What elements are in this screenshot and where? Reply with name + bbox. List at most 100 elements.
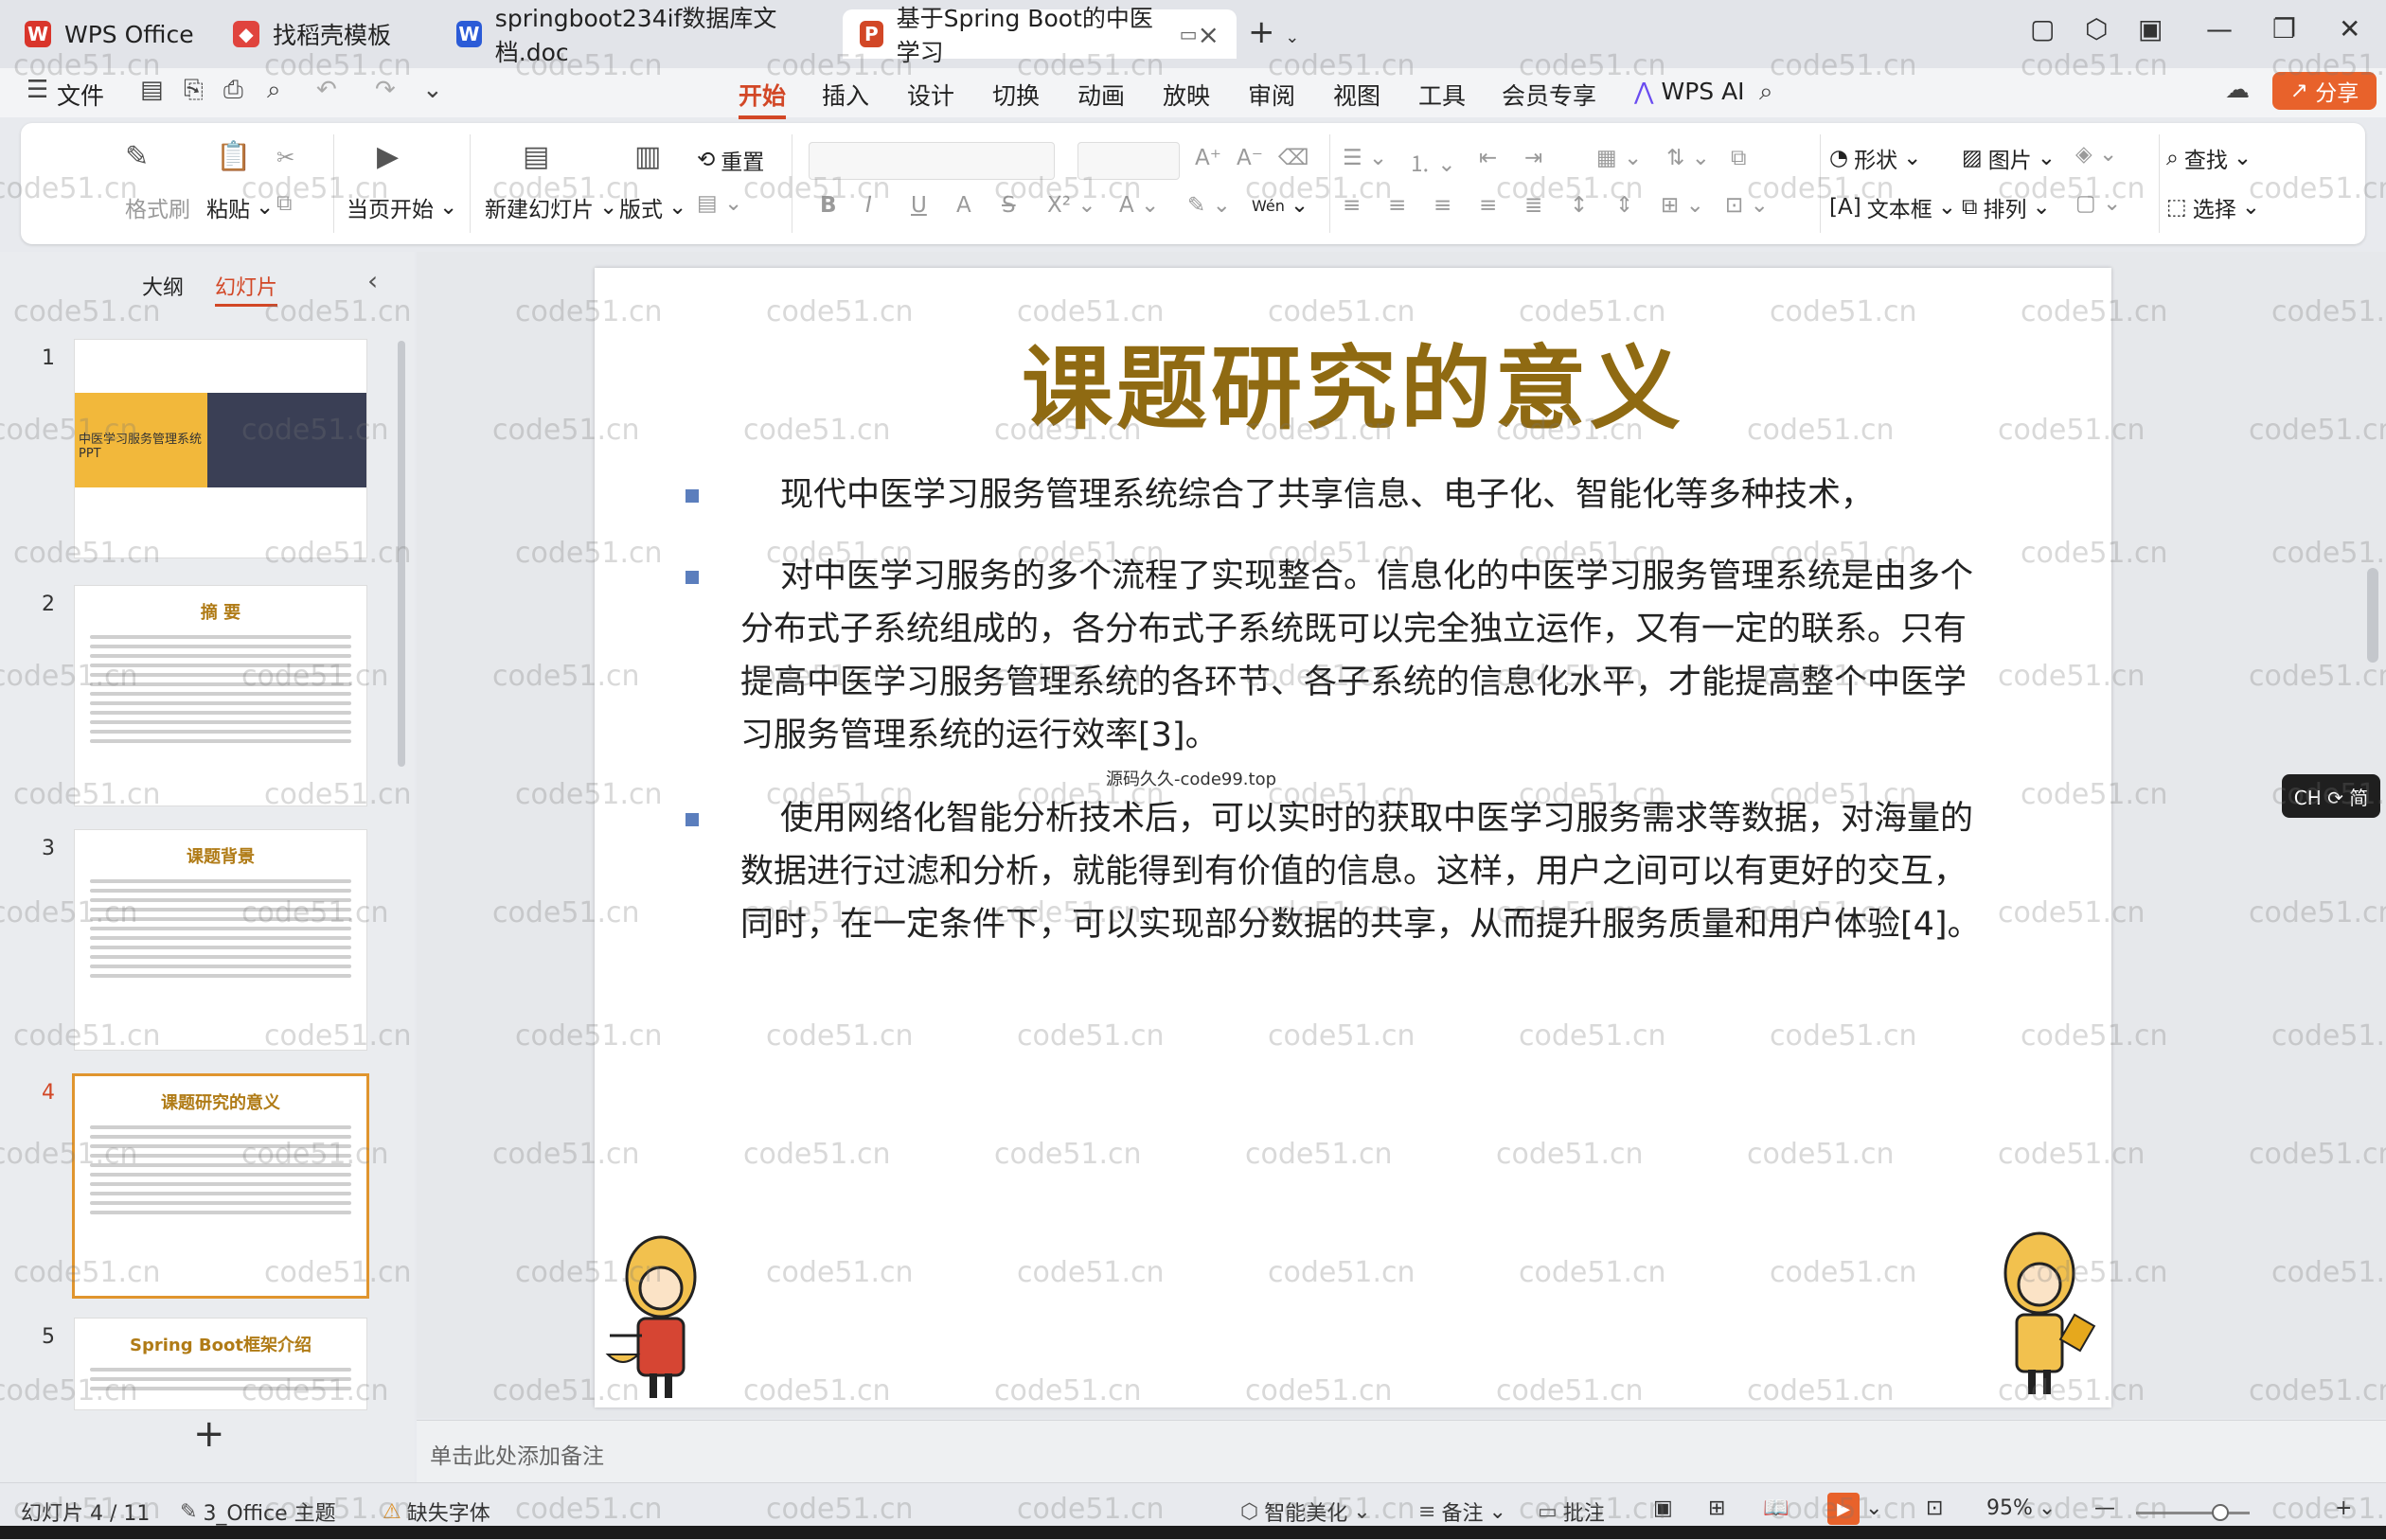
cloud-upload-icon[interactable]: ☁ — [2225, 76, 2250, 104]
minimize-icon[interactable]: — — [2206, 13, 2233, 44]
redo-icon[interactable]: ↷ — [375, 76, 396, 104]
smart-beautify-button[interactable]: ⬡ 智能美化 ⌄ — [1240, 1496, 1371, 1527]
bullet-list-icon[interactable]: ☰ ⌄ — [1343, 146, 1387, 170]
avatar[interactable]: ▣ — [2138, 13, 2163, 44]
tab-tools[interactable]: 工具 — [1418, 78, 1466, 112]
highlight-icon[interactable]: ✎ ⌄ — [1187, 193, 1231, 218]
text-direction-icon[interactable]: ⇅ ⌄ — [1666, 146, 1710, 170]
copy-icon[interactable]: ⧉ — [276, 191, 292, 216]
new-slide-icon[interactable]: ▤ — [523, 140, 549, 173]
paste-button[interactable]: 粘贴 ⌄ — [206, 191, 274, 223]
distribute-icon[interactable]: ≣ — [1524, 193, 1542, 218]
slide-title[interactable]: 课题研究的意义 — [595, 315, 2111, 447]
font-color-icon[interactable]: A ⌄ — [1119, 193, 1159, 218]
fit-window-icon[interactable]: ⊡ — [1926, 1496, 1943, 1520]
slide-thumbnail-5[interactable]: Spring Boot框架介绍 — [74, 1318, 367, 1410]
text-fit-icon[interactable]: ⊡ ⌄ — [1725, 193, 1769, 218]
font-size-select[interactable] — [1077, 142, 1180, 180]
normal-view-icon[interactable]: ▣ — [1653, 1496, 1673, 1520]
justify-icon[interactable]: ≡ — [1479, 193, 1497, 218]
section-icon[interactable]: ▤ ⌄ — [697, 191, 742, 216]
chevron-down-icon[interactable]: ⌄ — [422, 76, 443, 104]
tab-design[interactable]: 设计 — [907, 78, 954, 112]
zoom-slider-track[interactable] — [2136, 1512, 2250, 1514]
format-painter-icon[interactable]: ✎ — [125, 140, 149, 173]
notes-toggle-button[interactable]: ≡ 备注 ⌄ — [1418, 1496, 1506, 1527]
format-painter-button[interactable]: 格式刷 — [125, 191, 190, 223]
tab-docer-templates[interactable]: ◆ 找稻壳模板 — [216, 9, 430, 59]
align-right-icon[interactable]: ≡ — [1433, 193, 1451, 218]
play-options-icon[interactable]: ⌄ — [1865, 1496, 1882, 1520]
tab-member[interactable]: 会员专享 — [1502, 78, 1596, 112]
outline-icon[interactable]: ▢ ⌄ — [2075, 191, 2121, 216]
tab-review[interactable]: 审阅 — [1248, 78, 1295, 112]
print-icon[interactable]: ⎙ — [223, 76, 243, 105]
slide-thumbnail-3[interactable]: 课题背景 — [74, 829, 367, 1051]
tab-slideshow[interactable]: 放映 — [1163, 78, 1210, 112]
shape-button[interactable]: ◔ 形状 ⌄ — [1829, 142, 1921, 174]
text-change-button[interactable]: Wén ⌄ — [1252, 193, 1309, 218]
comments-button[interactable]: ▭ 批注 — [1538, 1496, 1605, 1527]
search-icon[interactable]: ⌕ — [1759, 78, 1773, 107]
tab-current-ppt[interactable]: P 基于Spring Boot的中医学习 ▭ × — [843, 5, 1237, 66]
file-menu[interactable]: 文件 — [57, 78, 104, 112]
tab-transition[interactable]: 切换 — [992, 78, 1040, 112]
align-center-icon[interactable]: ≡ — [1388, 193, 1406, 218]
print-preview-icon[interactable]: ⌕ — [267, 76, 281, 105]
ime-indicator[interactable]: CH ⟳ 简 — [2282, 774, 2380, 818]
decrease-font-icon[interactable]: A⁻ — [1237, 146, 1263, 170]
textbox-button[interactable]: [A] 文本框 ⌄ — [1829, 191, 1956, 223]
italic-icon[interactable]: I — [865, 193, 872, 218]
export-icon[interactable]: ⎘ — [184, 76, 204, 105]
undo-icon[interactable]: ↶ — [316, 76, 337, 104]
line-spacing-icon[interactable]: ↕ — [1570, 193, 1588, 218]
theme-indicator[interactable]: ✎ 3_Office 主题 — [180, 1496, 336, 1527]
increase-font-icon[interactable]: A⁺ — [1195, 146, 1221, 170]
new-slide-button[interactable]: 新建幻灯片 ⌄ — [485, 191, 617, 223]
slide-paragraph-1[interactable]: 现代中医学习服务管理系统综合了共享信息、电子化、智能化等多种技术， — [740, 469, 1990, 522]
add-slide-button[interactable]: + — [193, 1412, 225, 1456]
text-shadow-icon[interactable]: A — [956, 193, 971, 218]
cube-icon[interactable]: ⬡ — [2085, 13, 2108, 44]
slide-editor[interactable]: 课题研究的意义 现代中医学习服务管理系统综合了共享信息、电子化、智能化等多种技术… — [595, 268, 2111, 1407]
tab-slides[interactable]: 幻灯片 — [215, 276, 278, 307]
tab-word-doc[interactable]: W springboot234if数据库文档.doc — [439, 5, 835, 66]
columns-icon[interactable]: ▦ ⌄ — [1596, 146, 1642, 170]
clear-format-icon[interactable]: ⌫ — [1278, 146, 1309, 170]
notes-pane[interactable]: 单击此处添加备注 — [417, 1420, 2386, 1483]
panel-scrollbar[interactable] — [398, 341, 405, 767]
select-button[interactable]: ⬚ 选择 ⌄ — [2166, 191, 2260, 223]
arrange-button[interactable]: ⧉ 排列 ⌄ — [1962, 191, 2051, 223]
increase-indent-icon[interactable]: ⇥ — [1524, 146, 1542, 170]
picture-button[interactable]: ▨ 图片 ⌄ — [1962, 142, 2056, 174]
slide-sorter-icon[interactable]: ⊞ — [1708, 1496, 1725, 1520]
missing-font-indicator[interactable]: ⚠ 缺失字体 — [383, 1496, 490, 1527]
slide-thumbnail-2[interactable]: 摘 要 — [74, 585, 367, 806]
align-left-icon[interactable]: ≡ — [1343, 193, 1361, 218]
canvas-scrollbar[interactable] — [2367, 568, 2378, 663]
zoom-level[interactable]: 95% ⌄ — [1986, 1496, 2056, 1520]
slide-paragraph-3[interactable]: 使用网络化智能分析技术后，可以实时的获取中医学习服务需求等数据，对海量的数据进行… — [740, 792, 1990, 951]
strikethrough-icon[interactable]: S — [1002, 193, 1016, 218]
layout-button[interactable]: 版式 ⌄ — [619, 191, 686, 223]
bold-icon[interactable]: B — [820, 193, 837, 218]
paste-icon[interactable]: 📋 — [216, 140, 251, 173]
tab-home[interactable]: 开始 — [739, 78, 787, 119]
slide-paragraph-2[interactable]: 对中医学习服务的多个流程了实现整合。信息化的中医学习服务管理系统是由多个分布式子… — [740, 550, 1990, 762]
zoom-out-icon[interactable]: — — [2094, 1496, 2115, 1520]
underline-icon[interactable]: U — [911, 193, 927, 218]
reading-view-icon[interactable]: 📖 — [1763, 1496, 1789, 1520]
close-tab-icon[interactable]: × — [1198, 19, 1220, 50]
share-button[interactable]: ↗ 分享 — [2272, 72, 2377, 110]
wps-ai-button[interactable]: ⋀ WPS AI — [1634, 78, 1745, 105]
zoom-in-icon[interactable]: + — [2335, 1496, 2352, 1520]
slide-thumbnail-4[interactable]: 课题研究的意义 — [72, 1073, 369, 1299]
superscript-icon[interactable]: X² ⌄ — [1047, 193, 1096, 218]
reset-button[interactable]: ⟲ 重置 — [697, 144, 764, 176]
play-circle-icon[interactable]: ▶ — [377, 140, 399, 173]
sidebar-toggle-icon[interactable]: ▢ — [2030, 13, 2055, 44]
paragraph-spacing-icon[interactable]: ⇕ — [1615, 193, 1633, 218]
play-slideshow-button[interactable]: ▶ — [1827, 1493, 1860, 1525]
hamburger-icon[interactable]: ☰ — [27, 76, 48, 104]
decrease-indent-icon[interactable]: ⇤ — [1479, 146, 1497, 170]
